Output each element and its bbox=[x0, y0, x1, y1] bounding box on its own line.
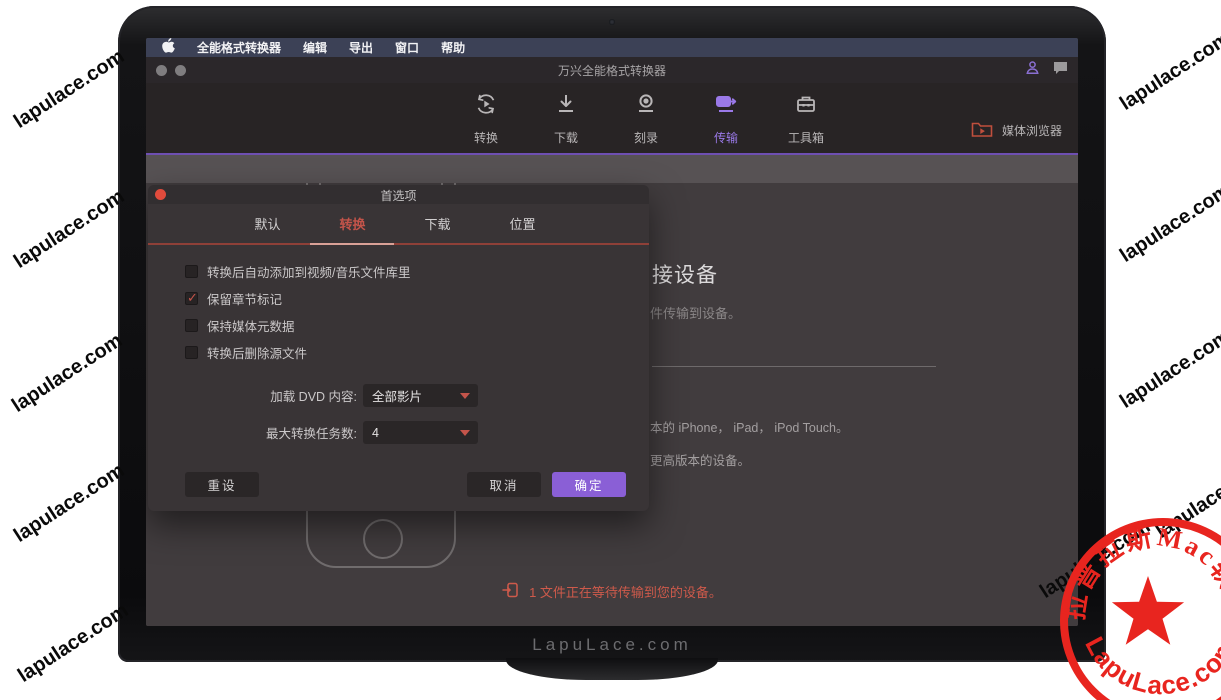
chevron-down-icon bbox=[460, 393, 470, 399]
feature-nav-bar: 转换 下载 bbox=[146, 83, 1078, 153]
toolbox-icon bbox=[793, 91, 819, 122]
checkbox-icon bbox=[185, 346, 198, 359]
nav-item-toolbox[interactable]: 工具箱 bbox=[778, 91, 834, 146]
nav-item-burn[interactable]: 刻录 bbox=[618, 91, 674, 146]
window-title: 万兴全能格式转换器 bbox=[146, 62, 1078, 79]
transfer-icon bbox=[713, 91, 739, 122]
phone-home-button bbox=[363, 519, 403, 559]
info-line: 本的 iPhone， iPad， iPod Touch。 bbox=[650, 417, 848, 436]
page-title: 接设备 bbox=[652, 259, 718, 289]
checkbox-label: 保留章节标记 bbox=[207, 289, 282, 308]
webcam-dot bbox=[609, 19, 615, 25]
nav-label: 工具箱 bbox=[788, 129, 824, 146]
nav-item-download[interactable]: 下载 bbox=[538, 91, 594, 146]
dialog-checkbox-group: 转换后自动添加到视频/音乐文件库里 保留章节标记 保持媒体元数据 转换后删除源文… bbox=[185, 258, 410, 366]
dvd-content-select[interactable]: 全部影片 bbox=[363, 384, 478, 407]
max-tasks-select[interactable]: 4 bbox=[363, 421, 478, 444]
checkbox-keep-metadata[interactable]: 保持媒体元数据 bbox=[185, 312, 410, 339]
tab-location[interactable]: 位置 bbox=[480, 204, 565, 243]
laptop-base bbox=[4, 658, 1216, 698]
window-title-bar: 万兴全能格式转换器 bbox=[146, 57, 1078, 83]
menu-item-help[interactable]: 帮助 bbox=[441, 39, 465, 56]
nav-label: 刻录 bbox=[634, 129, 658, 146]
media-folder-play-icon bbox=[971, 120, 993, 141]
nav-item-convert[interactable]: 转换 bbox=[458, 91, 514, 146]
watermark: lapulace.com bbox=[10, 45, 129, 133]
field-label: 加载 DVD 内容: bbox=[185, 386, 357, 405]
watermark: lapulace.com bbox=[1116, 27, 1221, 115]
user-icon[interactable] bbox=[1025, 60, 1040, 80]
download-icon bbox=[553, 91, 579, 122]
page: { "watermark": { "text": "lapulace.com" … bbox=[0, 0, 1221, 700]
menu-item-window[interactable]: 窗口 bbox=[395, 39, 419, 56]
field-max-tasks: 最大转换任务数: 4 bbox=[185, 421, 478, 444]
burn-disc-icon bbox=[633, 91, 659, 122]
tab-download[interactable]: 下载 bbox=[395, 204, 480, 243]
checkbox-label: 保持媒体元数据 bbox=[207, 316, 295, 335]
reset-button[interactable]: 重设 bbox=[185, 472, 259, 497]
transfer-status-text: 1 文件正在等待传输到您的设备。 bbox=[529, 582, 722, 601]
active-tab-indicator bbox=[310, 243, 394, 245]
checkbox-delete-source-after-convert[interactable]: 转换后删除源文件 bbox=[185, 339, 410, 366]
traffic-light-minimize[interactable] bbox=[175, 65, 186, 76]
nav-label: 转换 bbox=[474, 129, 498, 146]
brand-stamp: 拉普拉斯Mac软件 LapuLace.com bbox=[1048, 506, 1221, 700]
checkbox-label: 转换后自动添加到视频/音乐文件库里 bbox=[207, 262, 410, 281]
media-browser-label: 媒体浏览器 bbox=[1002, 122, 1062, 139]
traffic-light-close[interactable] bbox=[156, 65, 167, 76]
bezel-brand-label: LapuLace.com bbox=[118, 635, 1106, 655]
menu-item-app[interactable]: 全能格式转换器 bbox=[197, 39, 281, 56]
menu-item-edit[interactable]: 编辑 bbox=[303, 39, 327, 56]
menu-bar: 全能格式转换器 编辑 导出 窗口 帮助 bbox=[146, 38, 1078, 57]
checkbox-icon bbox=[185, 319, 198, 332]
tab-convert[interactable]: 转换 bbox=[310, 204, 395, 243]
watermark: lapulace.com bbox=[1116, 179, 1221, 267]
field-load-dvd-content: 加载 DVD 内容: 全部影片 bbox=[185, 384, 478, 407]
chat-bubble-icon[interactable] bbox=[1053, 61, 1068, 80]
toolbar-strip bbox=[146, 155, 1078, 183]
field-label: 最大转换任务数: bbox=[185, 423, 357, 442]
checkbox-icon bbox=[185, 265, 198, 278]
media-browser-button[interactable]: 媒体浏览器 bbox=[971, 120, 1062, 141]
watermark: lapulace.com bbox=[8, 329, 127, 417]
watermark: lapulace.com bbox=[1116, 325, 1221, 413]
ok-button[interactable]: 确定 bbox=[552, 472, 626, 497]
dialog-title-bar: 首选项 bbox=[148, 185, 649, 204]
nav-item-transfer[interactable]: 传输 bbox=[698, 91, 754, 146]
laptop-shell: 全能格式转换器 编辑 导出 窗口 帮助 万兴全能格式转换器 bbox=[118, 6, 1106, 662]
apple-logo-icon[interactable] bbox=[162, 38, 175, 56]
cancel-button[interactable]: 取消 bbox=[467, 472, 541, 497]
checkbox-keep-chapter-markers[interactable]: 保留章节标记 bbox=[185, 285, 410, 312]
menu-item-export[interactable]: 导出 bbox=[349, 39, 373, 56]
checkbox-icon bbox=[185, 292, 198, 305]
nav-label: 传输 bbox=[714, 129, 738, 146]
screen: 全能格式转换器 编辑 导出 窗口 帮助 万兴全能格式转换器 bbox=[146, 38, 1078, 626]
info-line: 更高版本的设备。 bbox=[650, 450, 750, 469]
nav-label: 下载 bbox=[554, 129, 578, 146]
select-value: 全部影片 bbox=[372, 386, 422, 405]
transfer-status-row: 1 文件正在等待传输到您的设备。 bbox=[146, 581, 1078, 602]
checkbox-auto-add-to-library[interactable]: 转换后自动添加到视频/音乐文件库里 bbox=[185, 258, 410, 285]
watermark: lapulace.com bbox=[10, 185, 129, 273]
watermark: lapulace.com bbox=[10, 459, 129, 547]
chevron-down-icon bbox=[460, 430, 470, 436]
star-icon bbox=[1112, 576, 1184, 645]
content-divider bbox=[652, 366, 936, 367]
dialog-title: 首选项 bbox=[148, 187, 649, 204]
convert-icon bbox=[473, 91, 499, 122]
dialog-tabs: 默认 转换 下载 位置 bbox=[148, 204, 649, 245]
checkbox-label: 转换后删除源文件 bbox=[207, 343, 307, 362]
device-transfer-icon bbox=[502, 581, 520, 602]
preferences-dialog: 首选项 默认 转换 下载 位置 转换后自动添加到视频/音乐文件库里 保留章节标记 bbox=[148, 185, 649, 511]
page-subtitle: 件传输到设备。 bbox=[650, 303, 741, 322]
laptop-notch bbox=[506, 658, 718, 680]
tab-default[interactable]: 默认 bbox=[225, 204, 310, 243]
select-value: 4 bbox=[372, 426, 379, 440]
svg-text:LapuLace.com: LapuLace.com bbox=[1079, 631, 1221, 700]
